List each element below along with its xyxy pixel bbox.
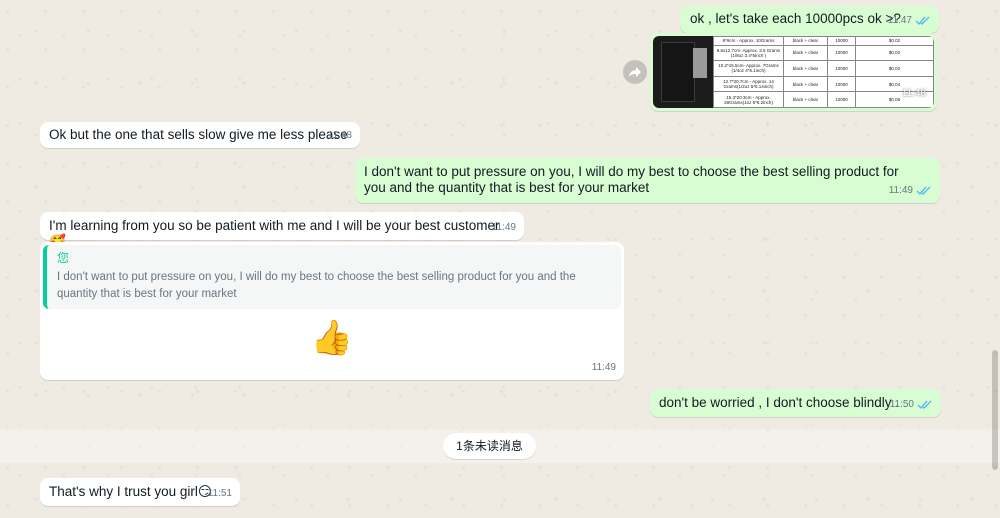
message-meta: 11:47 bbox=[888, 13, 931, 29]
sheet-cell-desc: 10.2*15.5cm- Approx. 7Grams (1/4oz 4*6.1… bbox=[713, 60, 784, 77]
sheet-cell-price: $0.02 bbox=[855, 36, 934, 46]
message-text: don't be worried , I don't choose blindl… bbox=[659, 395, 900, 410]
sheet-cell-color: black + clear bbox=[783, 60, 828, 77]
sheet-row: 8.6x12.7cm- Approx. 3.5 Grams (1/8oz 3.4… bbox=[713, 44, 934, 62]
sheet-cell-color: black + clear bbox=[783, 36, 828, 46]
forward-icon bbox=[629, 67, 641, 77]
message-outgoing-image[interactable]: 8*9cm - Approx. 10Grams black + clear 1000… bbox=[650, 33, 937, 111]
sheet-cell-qty: 10000 bbox=[827, 60, 856, 77]
message-text: ok , let's take each 10000pcs ok >? bbox=[690, 11, 901, 26]
message-incoming[interactable]: That's why I trust you girl😏 11:51 bbox=[40, 478, 240, 506]
sheet-row: 12.7*20.7cm - Approx. 14 Grams(1/2oz 5*8… bbox=[713, 75, 934, 93]
double-check-icon bbox=[915, 16, 930, 26]
message-meta: 11:50 bbox=[890, 397, 933, 413]
sheet-cell-qty: 10000 bbox=[827, 75, 856, 93]
message-time: 11:49 bbox=[591, 362, 616, 373]
message-outgoing[interactable]: ok , let's take each 10000pcs ok >? 11:4… bbox=[680, 6, 939, 33]
message-meta: 11:48 bbox=[328, 128, 352, 144]
sheet-cell-desc: 15.3*20.3cm - Approx. 28Grams(1oz 6*8.2i… bbox=[713, 91, 784, 108]
message-time: 11:48 bbox=[901, 88, 926, 99]
message-text: I don't want to put pressure on you, I w… bbox=[364, 164, 899, 195]
double-check-icon bbox=[916, 186, 931, 196]
scrollbar[interactable] bbox=[992, 350, 998, 470]
sheet-cell-desc: 8.6x12.7cm- Approx. 3.5 Grams (1/8oz 3.4… bbox=[713, 44, 784, 62]
sheet-cell-desc: 12.7*20.7cm - Approx. 14 Grams(1/2oz 5*8… bbox=[713, 75, 784, 93]
image-thumbnail[interactable]: 8*9cm - Approx. 10Grams black + clear 1000… bbox=[653, 36, 934, 108]
sheet-cell-qty: 10000 bbox=[827, 91, 856, 108]
sheet-cell-color: black + clear bbox=[783, 75, 828, 93]
unread-divider: 1条未读消息 bbox=[443, 433, 536, 459]
message-meta: 11:49 bbox=[492, 220, 516, 236]
sheet-cell-price: $0.02 bbox=[855, 60, 934, 77]
message-text: That's why I trust you girl😏 bbox=[49, 484, 212, 499]
message-time: 11:47 bbox=[887, 15, 912, 26]
message-time: 11:49 bbox=[888, 185, 913, 196]
sheet-row: 8*9cm - Approx. 10Grams black + clear 1000… bbox=[713, 36, 934, 46]
sheet-row: 15.3*20.3cm - Approx. 28Grams(1oz 6*8.2i… bbox=[713, 91, 934, 108]
message-meta: 11:51 bbox=[208, 486, 232, 502]
message-incoming[interactable]: Ok but the one that sells slow give me l… bbox=[40, 122, 360, 148]
message-time: 11:48 bbox=[327, 130, 352, 141]
message-time: 11:49 bbox=[491, 222, 516, 233]
forward-button[interactable] bbox=[623, 60, 647, 84]
sheet-cell-desc: 8*9cm - Approx. 10Grams bbox=[713, 36, 784, 46]
thumbs-up-emoji: 👍 bbox=[310, 319, 354, 357]
product-photo bbox=[653, 36, 713, 108]
double-check-icon bbox=[917, 400, 932, 410]
sheet-cell-color: black + clear bbox=[783, 91, 828, 108]
sheet-cell-price: $0.02 bbox=[855, 44, 934, 62]
quoted-message[interactable]: 您 I don't want to put pressure on you, I… bbox=[43, 245, 621, 309]
message-meta: 11:49 bbox=[889, 183, 932, 199]
message-meta: 11:49 bbox=[592, 360, 616, 376]
message-time: 11:50 bbox=[889, 399, 914, 410]
message-outgoing[interactable]: don't be worried , I don't choose blindl… bbox=[650, 389, 941, 417]
message-text: Ok but the one that sells slow give me l… bbox=[49, 127, 348, 142]
sheet-cell-qty: 10000 bbox=[827, 36, 856, 46]
sheet-row: 10.2*15.5cm- Approx. 7Grams (1/4oz 4*6.1… bbox=[713, 60, 934, 77]
message-time: 11:51 bbox=[207, 488, 232, 499]
message-incoming[interactable]: I'm learning from you so be patient with… bbox=[40, 212, 524, 249]
sheet-cell-qty: 10000 bbox=[827, 44, 856, 62]
quote-author: 您 bbox=[57, 251, 70, 265]
sheet-cell-color: black + clear bbox=[783, 44, 828, 62]
message-outgoing[interactable]: I don't want to put pressure on you, I w… bbox=[355, 158, 940, 203]
message-incoming-reply[interactable]: 您 I don't want to put pressure on you, I… bbox=[40, 242, 624, 380]
quote-text: I don't want to put pressure on you, I w… bbox=[57, 271, 576, 300]
